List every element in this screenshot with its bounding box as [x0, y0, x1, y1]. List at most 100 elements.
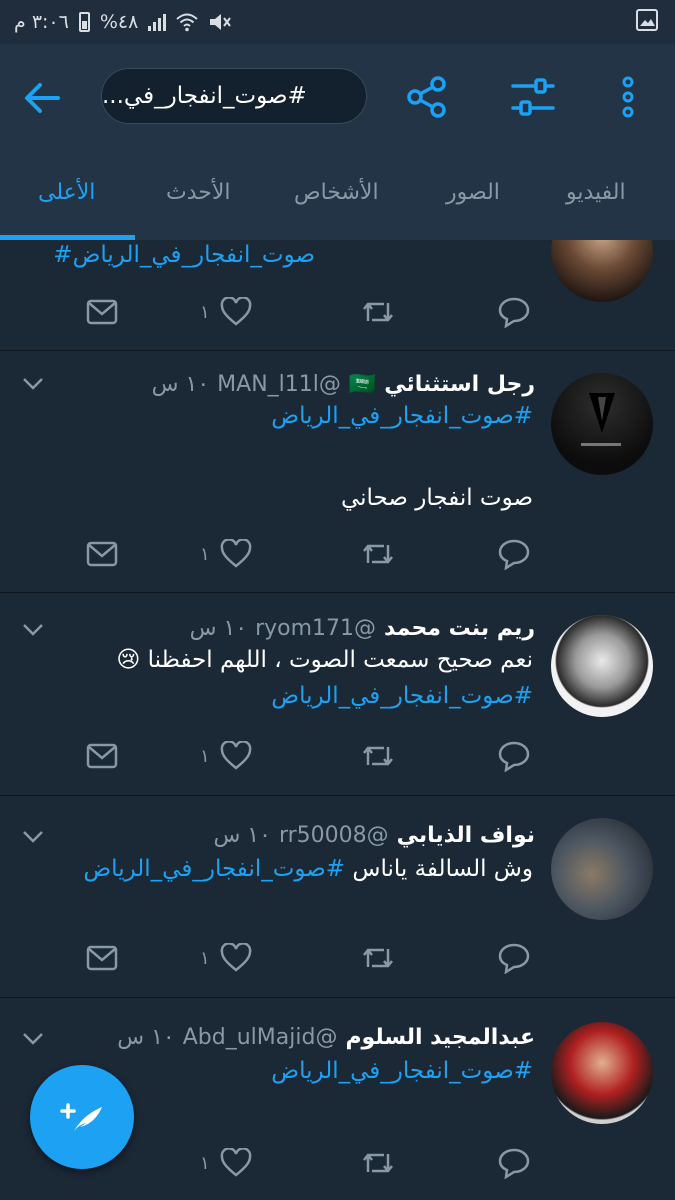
more-options-button[interactable]: [608, 74, 648, 120]
reply-icon: [498, 297, 530, 328]
timeline[interactable]: صوت_انفجار_في_الرياض# ١ رجل استثنائي 🇸🇦: [0, 240, 675, 1200]
tweet-hashtag[interactable]: صوت_انفجار_في_الرياض#: [53, 242, 315, 268]
back-button[interactable]: [18, 74, 66, 122]
like-button[interactable]: ١: [200, 938, 252, 978]
chevron-down-icon[interactable]: [22, 830, 44, 844]
more-vertical-icon: [622, 76, 634, 118]
like-count: ١: [200, 1152, 210, 1174]
display-name[interactable]: عبدالمجيد السلوم: [345, 1025, 535, 1050]
tab-latest[interactable]: الأحدث: [166, 180, 231, 205]
tweet[interactable]: نواف الذيابي @rr50008 ١٠ س وش السالفة يا…: [0, 796, 675, 998]
like-count: ١: [200, 947, 210, 969]
tweet-actions: ١: [0, 534, 675, 574]
retweet-icon: [363, 746, 393, 766]
reply-icon: [498, 741, 530, 772]
avatar[interactable]: [551, 1022, 653, 1124]
mail-icon: [86, 743, 118, 769]
heart-icon: [220, 539, 252, 568]
mail-icon: [86, 945, 118, 971]
display-name[interactable]: نواف الذيابي: [397, 823, 535, 848]
mail-icon: [86, 541, 118, 567]
chevron-down-icon[interactable]: [22, 623, 44, 637]
reply-button[interactable]: [497, 736, 531, 776]
retweet-button[interactable]: [360, 1143, 396, 1183]
heart-icon: [220, 943, 252, 972]
tweet-hashtag[interactable]: #صوت_انفجار_في_الرياض: [271, 403, 533, 429]
message-button[interactable]: [86, 534, 118, 574]
retweet-icon: [363, 544, 393, 564]
compose-feather-icon: [60, 1103, 102, 1131]
user-handle[interactable]: @Abd_ulMajid: [183, 1025, 338, 1050]
reply-icon: [498, 1148, 530, 1179]
clock: ٣:٠٦ م: [14, 11, 69, 33]
gallery-notification-icon: [635, 8, 661, 34]
heart-icon: [220, 297, 252, 326]
retweet-icon: [363, 1153, 393, 1173]
retweet-button[interactable]: [360, 534, 396, 574]
search-input[interactable]: #صوت_انفجار_في...: [101, 68, 367, 124]
reply-button[interactable]: [497, 292, 531, 332]
signal-icon: [148, 13, 167, 31]
avatar[interactable]: [551, 373, 653, 475]
status-bar: ٣:٠٦ م %٤٨: [0, 0, 675, 44]
tweet-hashtag[interactable]: #صوت_انفجار_في_الرياض: [83, 856, 345, 882]
tweet-text: صوت انفجار صحاني: [340, 485, 533, 511]
chevron-down-icon[interactable]: [22, 377, 44, 391]
tweet[interactable]: رجل استثنائي 🇸🇦 @MAN_l11l ١٠ س #صوت_انفج…: [0, 351, 675, 593]
chevron-down-icon[interactable]: [22, 1032, 44, 1046]
tweet[interactable]: صوت_انفجار_في_الرياض# ١: [0, 240, 675, 351]
retweet-button[interactable]: [360, 292, 396, 332]
display-name[interactable]: رجل استثنائي: [384, 372, 535, 397]
display-name[interactable]: ريم بنت محمد: [384, 616, 535, 641]
like-count: ١: [200, 543, 210, 565]
user-handle[interactable]: @rr50008: [279, 823, 389, 848]
tweet-actions: ١: [0, 938, 675, 978]
compose-tweet-button[interactable]: [30, 1065, 134, 1169]
retweet-icon: [363, 948, 393, 968]
heart-icon: [220, 741, 252, 770]
avatar[interactable]: [551, 615, 653, 717]
reply-button[interactable]: [497, 534, 531, 574]
reply-icon: [498, 943, 530, 974]
filter-sliders-icon: [511, 78, 555, 116]
tweet-actions: ١: [0, 292, 675, 332]
retweet-icon: [363, 302, 393, 322]
tweet-header: نواف الذيابي @rr50008 ١٠ س: [213, 820, 535, 850]
tab-top[interactable]: الأعلى: [38, 180, 95, 205]
tab-photos[interactable]: الصور: [446, 180, 500, 205]
tweet-header: رجل استثنائي 🇸🇦 @MAN_l11l ١٠ س: [152, 369, 535, 399]
reply-button[interactable]: [497, 938, 531, 978]
tweet-text: نعم صحيح سمعت الصوت ، اللهم احفظنا 😢: [116, 647, 533, 673]
message-button[interactable]: [86, 938, 118, 978]
avatar[interactable]: [551, 818, 653, 920]
user-handle[interactable]: @MAN_l11l: [217, 372, 341, 397]
message-button[interactable]: [86, 736, 118, 776]
like-button[interactable]: ١: [200, 736, 252, 776]
like-count: ١: [200, 301, 210, 323]
tweet-hashtag[interactable]: #صوت_انفجار_في_الرياض: [271, 1058, 533, 1084]
tweet[interactable]: ريم بنت محمد @ryom171 ١٠ س نعم صحيح سمعت…: [0, 593, 675, 796]
tab-videos[interactable]: الفيديو: [566, 180, 626, 205]
wifi-icon: [176, 13, 198, 32]
retweet-button[interactable]: [360, 736, 396, 776]
tweet-actions: ١: [0, 736, 675, 776]
like-button[interactable]: ١: [200, 292, 252, 332]
user-handle[interactable]: @ryom171: [255, 616, 376, 641]
reply-button[interactable]: [497, 1143, 531, 1183]
share-button[interactable]: [404, 74, 450, 120]
like-button[interactable]: ١: [200, 1143, 252, 1183]
flag-emoji: 🇸🇦: [348, 371, 377, 397]
tweet-hashtag[interactable]: #صوت_انفجار_في_الرياض: [271, 683, 533, 709]
battery-percent: %٤٨: [99, 11, 139, 33]
tab-people[interactable]: الأشخاص: [294, 180, 379, 205]
message-button[interactable]: [86, 292, 118, 332]
like-button[interactable]: ١: [200, 534, 252, 574]
retweet-button[interactable]: [360, 938, 396, 978]
heart-icon: [220, 1148, 252, 1177]
tweet-time: ١٠ س: [189, 615, 248, 641]
tweet-time: ١٠ س: [117, 1024, 175, 1050]
like-count: ١: [200, 745, 210, 767]
status-bar-left: ٣:٠٦ م %٤٨: [14, 8, 232, 36]
filter-button[interactable]: [510, 74, 556, 120]
search-query: #صوت_انفجار_في...: [102, 83, 307, 109]
